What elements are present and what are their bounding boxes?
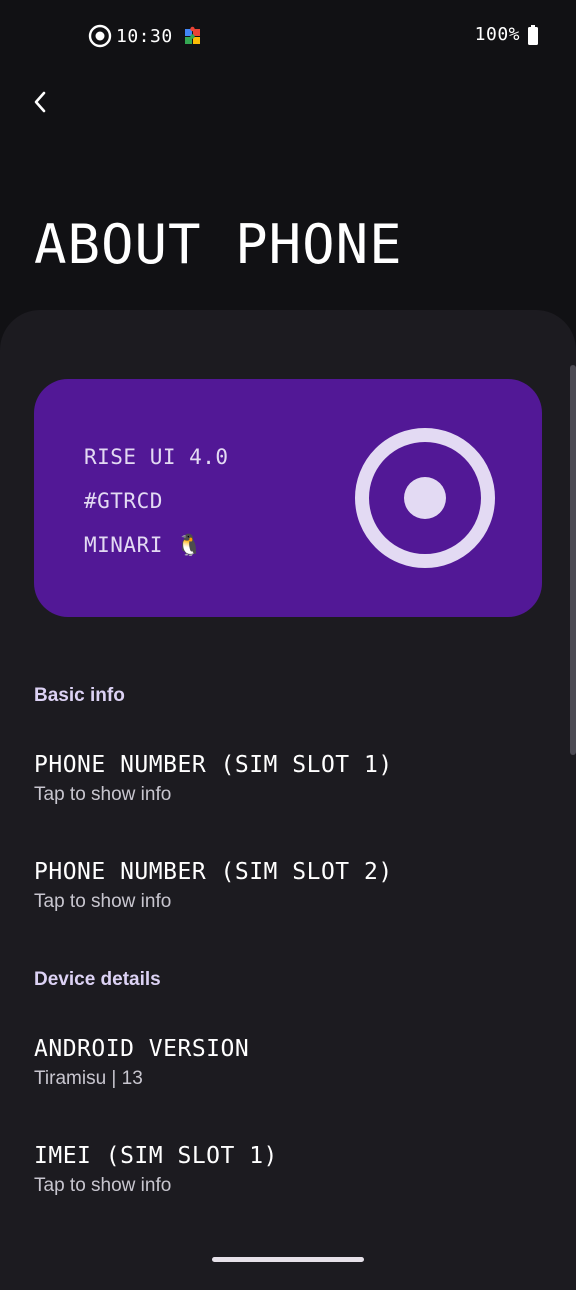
chevron-left-icon: [32, 90, 48, 118]
list-item-title: ANDROID VERSION: [34, 1036, 250, 1062]
list-item-title: IMEI (SIM SLOT 1): [34, 1143, 278, 1169]
list-item-subtitle: Tap to show info: [34, 1175, 172, 1196]
battery-icon: [528, 24, 538, 45]
list-item-subtitle: Tap to show info: [34, 891, 172, 912]
list-item-title: PHONE NUMBER (SIM SLOT 2): [34, 859, 393, 885]
puzzle-icon: [183, 26, 203, 46]
gesture-handle[interactable]: [212, 1257, 364, 1262]
list-item-imei-sim1[interactable]: IMEI (SIM SLOT 1) Tap to show info: [0, 1143, 576, 1235]
hero-maintainer: MINARI 🐧: [84, 533, 203, 557]
screen-record-icon: [88, 24, 112, 48]
status-time: 10:30: [116, 25, 173, 47]
list-item-android-version[interactable]: ANDROID VERSION Tiramisu | 13: [0, 1036, 576, 1128]
status-right: 100%: [475, 24, 538, 45]
list-item-subtitle: Tap to show info: [34, 784, 172, 805]
status-bar: 10:30 100%: [0, 0, 576, 72]
list-item-phone-number-sim2[interactable]: PHONE NUMBER (SIM SLOT 2) Tap to show in…: [0, 859, 576, 951]
hero-tag: #GTRCD: [84, 489, 163, 513]
section-header-basic-info: Basic info: [34, 685, 125, 706]
list-item-title: PHONE NUMBER (SIM SLOT 1): [34, 752, 393, 778]
section-header-device-details: Device details: [34, 969, 161, 990]
scrollbar[interactable]: [570, 365, 576, 755]
rise-circle-logo: [355, 428, 495, 568]
battery-percentage: 100%: [474, 24, 520, 45]
status-left: 10:30: [88, 22, 203, 50]
list-item-phone-number-sim1[interactable]: PHONE NUMBER (SIM SLOT 1) Tap to show in…: [0, 752, 576, 844]
back-button[interactable]: [22, 86, 58, 122]
page-title: ABOUT PHONE: [34, 213, 403, 276]
device-info-card[interactable]: RISE UI 4.0 #GTRCD MINARI 🐧: [34, 379, 542, 617]
list-item-subtitle: Tiramisu | 13: [34, 1068, 143, 1089]
hero-rom-version: RISE UI 4.0: [84, 445, 229, 469]
